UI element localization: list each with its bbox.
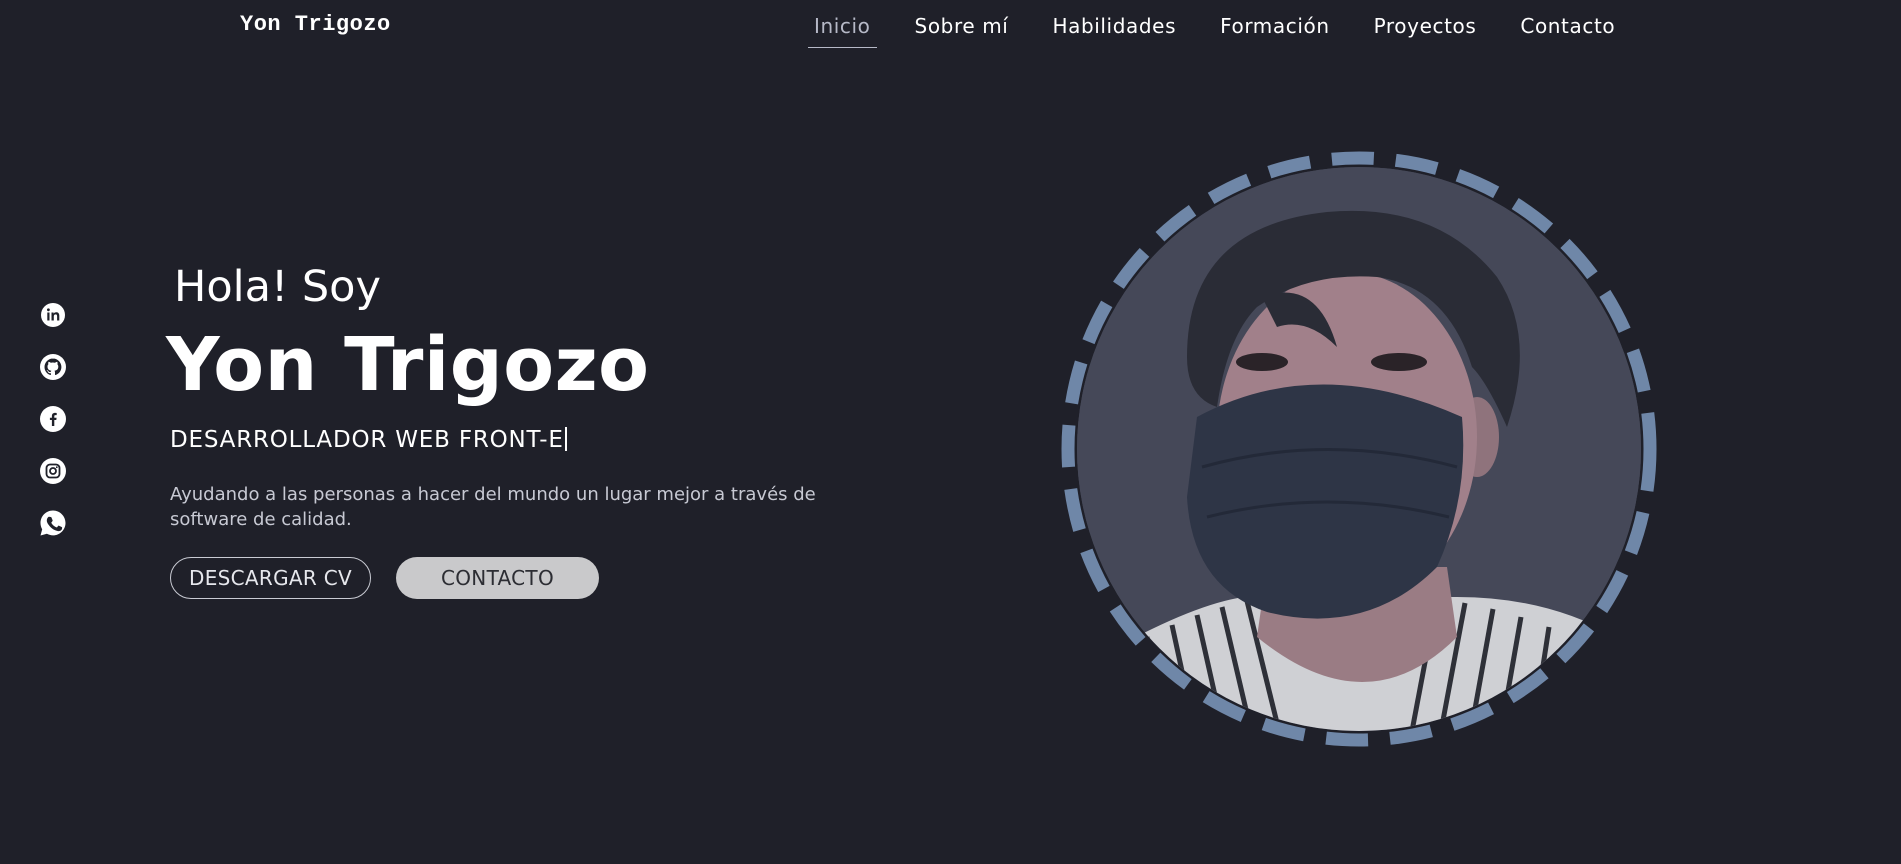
nav-item-sobre-mi[interactable]: Sobre mí	[909, 12, 1015, 48]
hero-role-text: DESARROLLADOR WEB FRONT-E	[170, 427, 564, 453]
profile-photo	[1077, 167, 1641, 731]
hero-role: DESARROLLADOR WEB FRONT-E	[170, 427, 567, 453]
contact-button[interactable]: CONTACTO	[396, 557, 599, 599]
page: Yon Trigozo Inicio Sobre mí Habilidades …	[0, 0, 1901, 864]
hero-greeting: Hola! Soy	[174, 262, 381, 312]
github-icon	[40, 354, 66, 380]
nav-item-formacion[interactable]: Formación	[1214, 12, 1336, 48]
nav-item-contacto[interactable]: Contacto	[1514, 12, 1621, 48]
instagram-icon	[40, 458, 66, 484]
site-logo[interactable]: Yon Trigozo	[240, 12, 391, 37]
hero-tagline: Ayudando a las personas a hacer del mund…	[170, 484, 816, 530]
social-links	[38, 300, 68, 538]
instagram-link[interactable]	[38, 456, 68, 486]
facebook-icon	[40, 406, 66, 432]
main-nav: Inicio Sobre mí Habilidades Formación Pr…	[808, 12, 1653, 48]
nav-item-inicio[interactable]: Inicio	[808, 12, 877, 48]
facebook-link[interactable]	[38, 404, 68, 434]
profile-portrait	[1060, 150, 1658, 748]
linkedin-icon	[41, 303, 65, 327]
linkedin-link[interactable]	[38, 300, 68, 330]
person-illustration	[1077, 167, 1641, 731]
download-cv-button[interactable]: DESCARGAR CV	[170, 557, 371, 599]
github-link[interactable]	[38, 352, 68, 382]
typing-caret	[564, 427, 567, 451]
nav-item-proyectos[interactable]: Proyectos	[1368, 12, 1483, 48]
whatsapp-link[interactable]	[38, 508, 68, 538]
whatsapp-icon	[40, 510, 66, 536]
nav-item-habilidades[interactable]: Habilidades	[1046, 12, 1182, 48]
hero-name: Yon Trigozo	[166, 322, 650, 408]
